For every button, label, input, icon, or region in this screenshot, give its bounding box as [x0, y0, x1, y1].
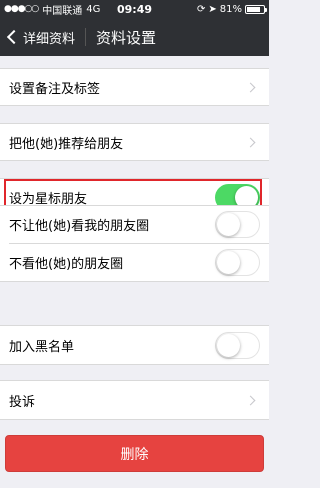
chevron-right-icon [245, 395, 256, 405]
blacklist-toggle[interactable] [215, 331, 260, 359]
chevron-left-icon [6, 29, 22, 45]
status-bar: ●●●○○ 中国联通 4G 09:49 ⟳ ➤ 81% [0, 0, 269, 18]
page-title: 资料设置 [96, 28, 157, 47]
nav-divider [85, 28, 87, 46]
recommend-friend-label: 把他(她)推荐给朋友 [9, 136, 124, 152]
recommend-friend-row[interactable]: 把他(她)推荐给朋友 [0, 123, 269, 161]
remark-tags-row[interactable]: 设置备注及标签 [0, 68, 269, 106]
battery-icon [245, 4, 267, 14]
star-friend-label: 设为星标朋友 [9, 191, 88, 207]
report-row[interactable]: 投诉 [0, 380, 269, 420]
row-divider [9, 243, 269, 244]
chevron-right-icon [245, 82, 256, 92]
toggle-knob [217, 250, 240, 274]
battery-percent: 81% [219, 3, 242, 15]
not-see-moments-label: 不看他(她)的朋友圈 [9, 256, 124, 272]
chevron-right-icon [245, 137, 256, 147]
hide-moments-row: 不让他(她)看我的朋友圈 [0, 205, 269, 243]
not-see-moments-row: 不看他(她)的朋友圈 [0, 243, 269, 282]
toggle-knob [217, 213, 240, 236]
nav-bar: 详细资料 资料设置 [0, 18, 269, 56]
back-button[interactable]: 详细资料 [0, 18, 75, 56]
delete-button[interactable]: 删除 [5, 435, 264, 472]
remark-tags-label: 设置备注及标签 [9, 81, 101, 97]
report-label: 投诉 [9, 394, 36, 410]
signal-icon: ●●●○○ [4, 4, 39, 14]
hide-moments-label: 不让他(她)看我的朋友圈 [9, 219, 150, 234]
blacklist-label: 加入黑名单 [9, 339, 75, 355]
hide-moments-toggle[interactable] [215, 211, 260, 238]
blacklist-row: 加入黑名单 [0, 325, 269, 365]
location-icon: ➤ [208, 3, 217, 15]
network-label: 4G [86, 3, 101, 15]
toggle-knob [217, 333, 240, 357]
carrier-label: 中国联通 [42, 5, 83, 17]
rotation-lock-icon: ⟳ [196, 3, 206, 15]
back-label: 详细资料 [23, 31, 76, 47]
not-see-moments-toggle[interactable] [215, 248, 260, 276]
